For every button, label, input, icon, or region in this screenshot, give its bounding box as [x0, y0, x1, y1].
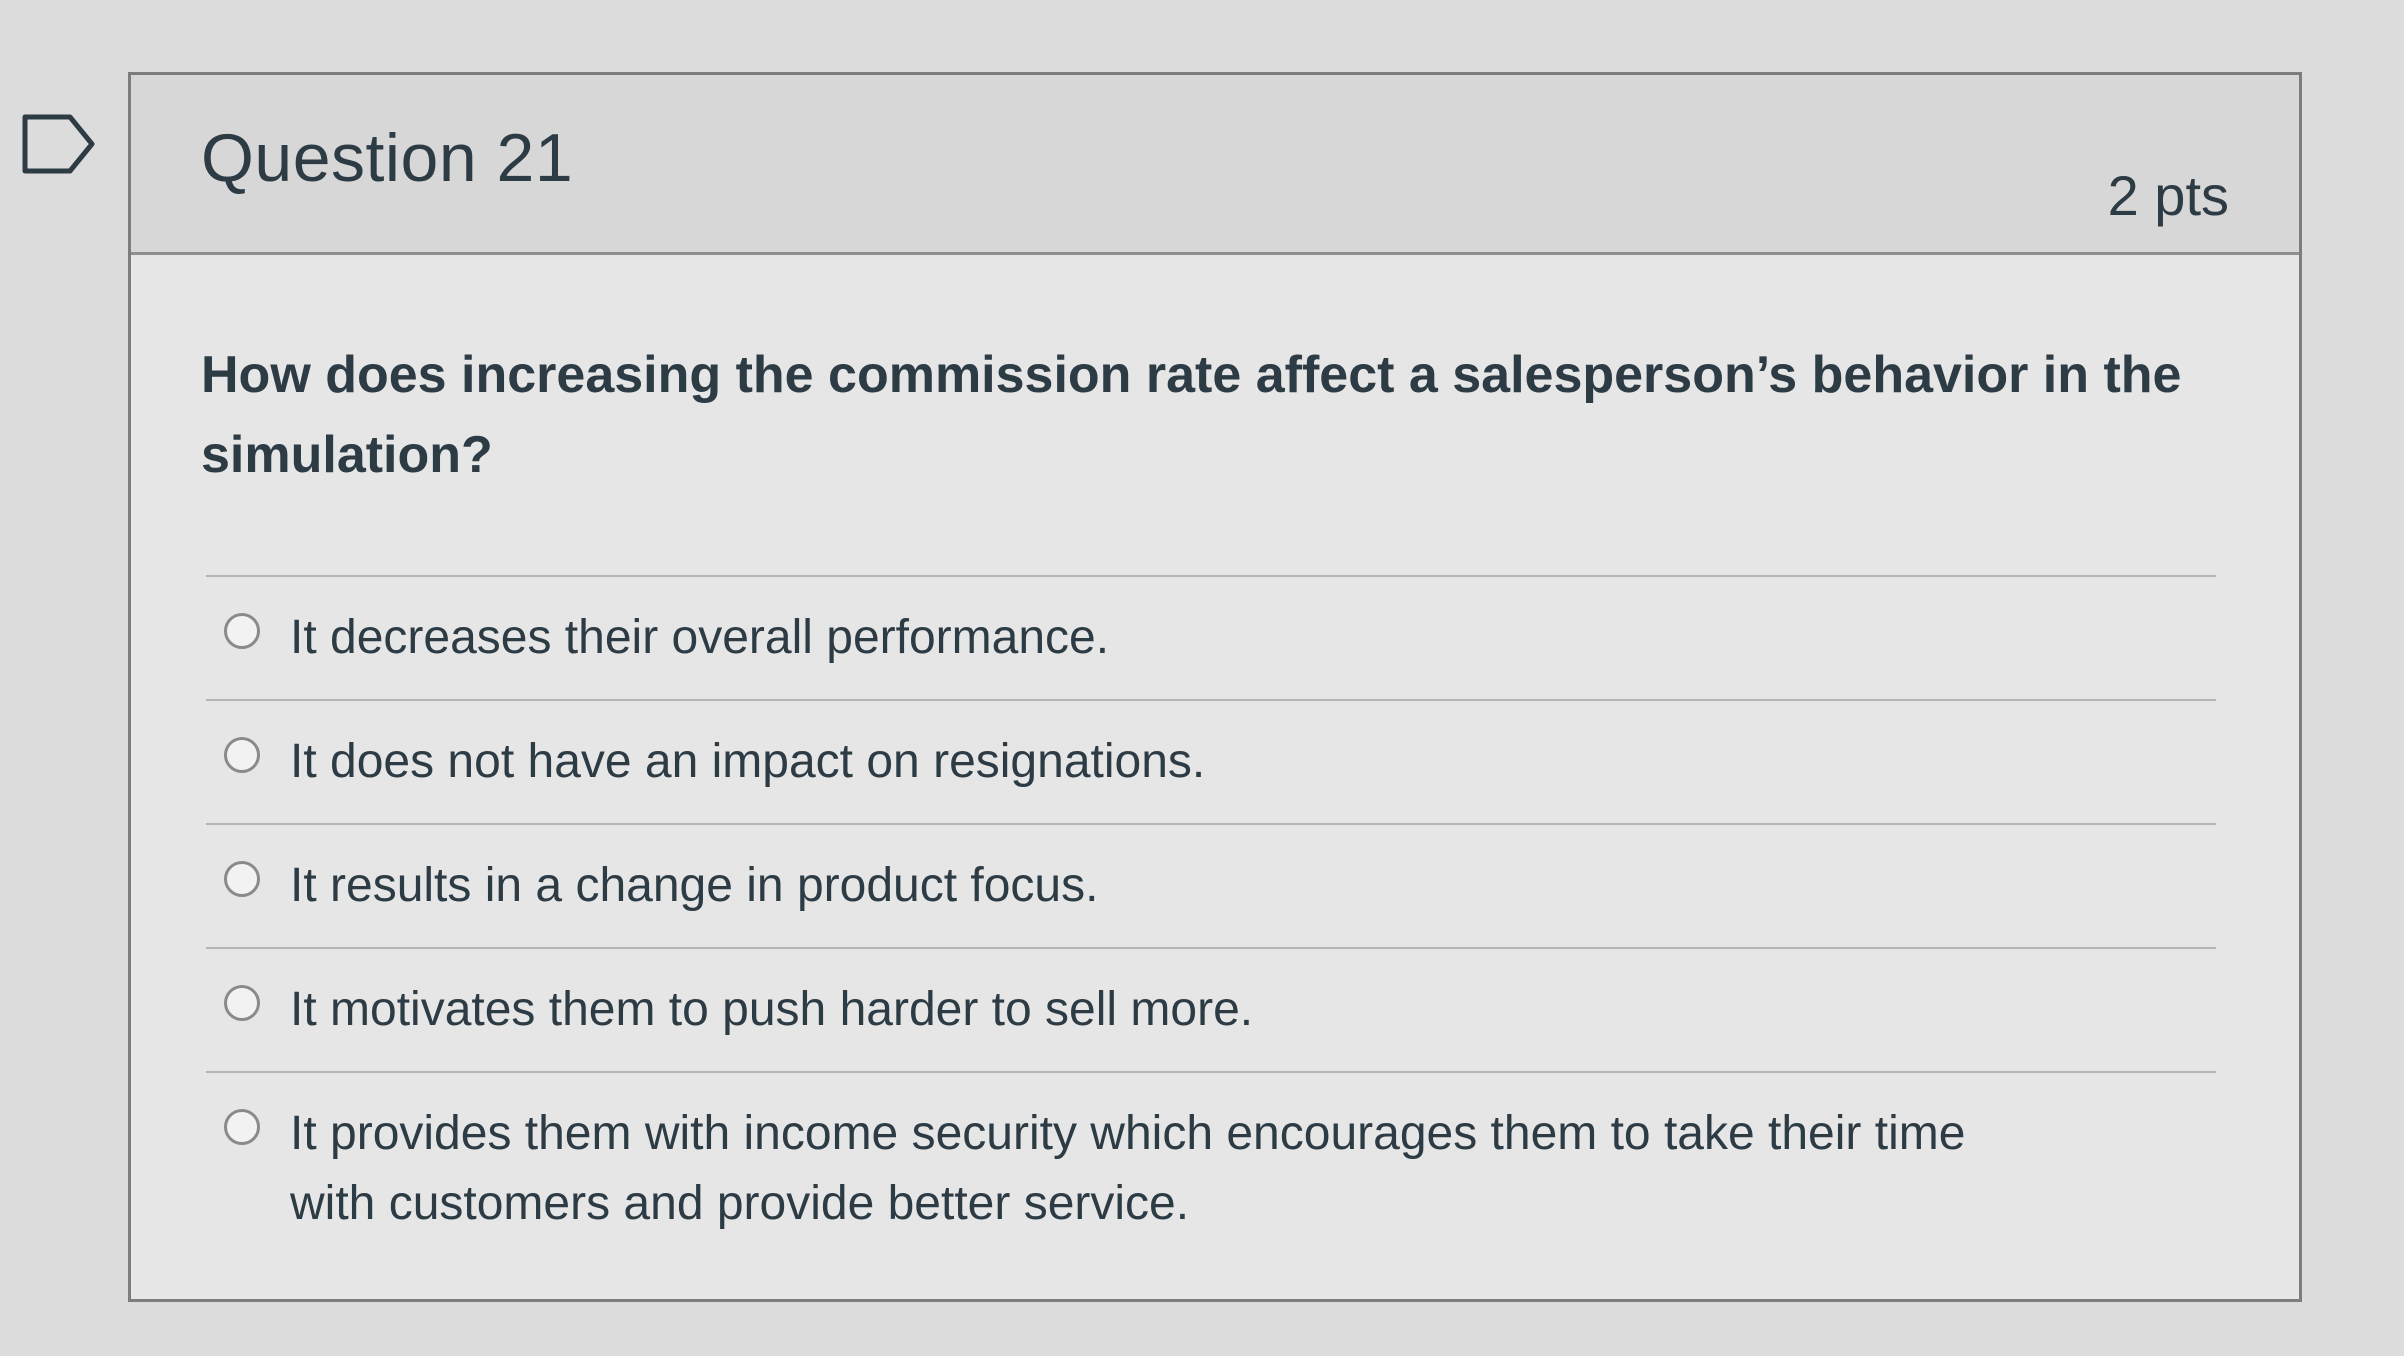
flag-question-icon[interactable]	[22, 114, 96, 174]
answer-option-2[interactable]: It does not have an impact on resignatio…	[206, 701, 2216, 825]
answer-label[interactable]: It decreases their overall performance.	[290, 603, 2030, 673]
question-title: Question 21	[201, 120, 574, 196]
question-header: Question 21 2 pts	[131, 75, 2299, 255]
answer-label[interactable]: It provides them with income security wh…	[290, 1099, 2030, 1239]
answer-label[interactable]: It motivates them to push harder to sell…	[290, 975, 2030, 1045]
answer-label[interactable]: It results in a change in product focus.	[290, 851, 2030, 921]
radio-button-icon[interactable]	[224, 613, 260, 649]
question-text: How does increasing the commission rate …	[201, 346, 2182, 484]
radio-button-icon[interactable]	[224, 737, 260, 773]
answer-option-5[interactable]: It provides them with income security wh…	[206, 1073, 2216, 1265]
radio-button-icon[interactable]	[224, 861, 260, 897]
answer-label[interactable]: It does not have an impact on resignatio…	[290, 727, 2030, 797]
answer-list: It decreases their overall performance. …	[206, 575, 2216, 1265]
answer-option-1[interactable]: It decreases their overall performance.	[206, 577, 2216, 701]
radio-button-icon[interactable]	[224, 985, 260, 1021]
radio-button-icon[interactable]	[224, 1109, 260, 1145]
answer-option-3[interactable]: It results in a change in product focus.	[206, 825, 2216, 949]
answer-option-4[interactable]: It motivates them to push harder to sell…	[206, 949, 2216, 1073]
question-card: Question 21 2 pts How does increasing th…	[128, 72, 2302, 1302]
points-value: 2 pts	[2107, 164, 2229, 227]
